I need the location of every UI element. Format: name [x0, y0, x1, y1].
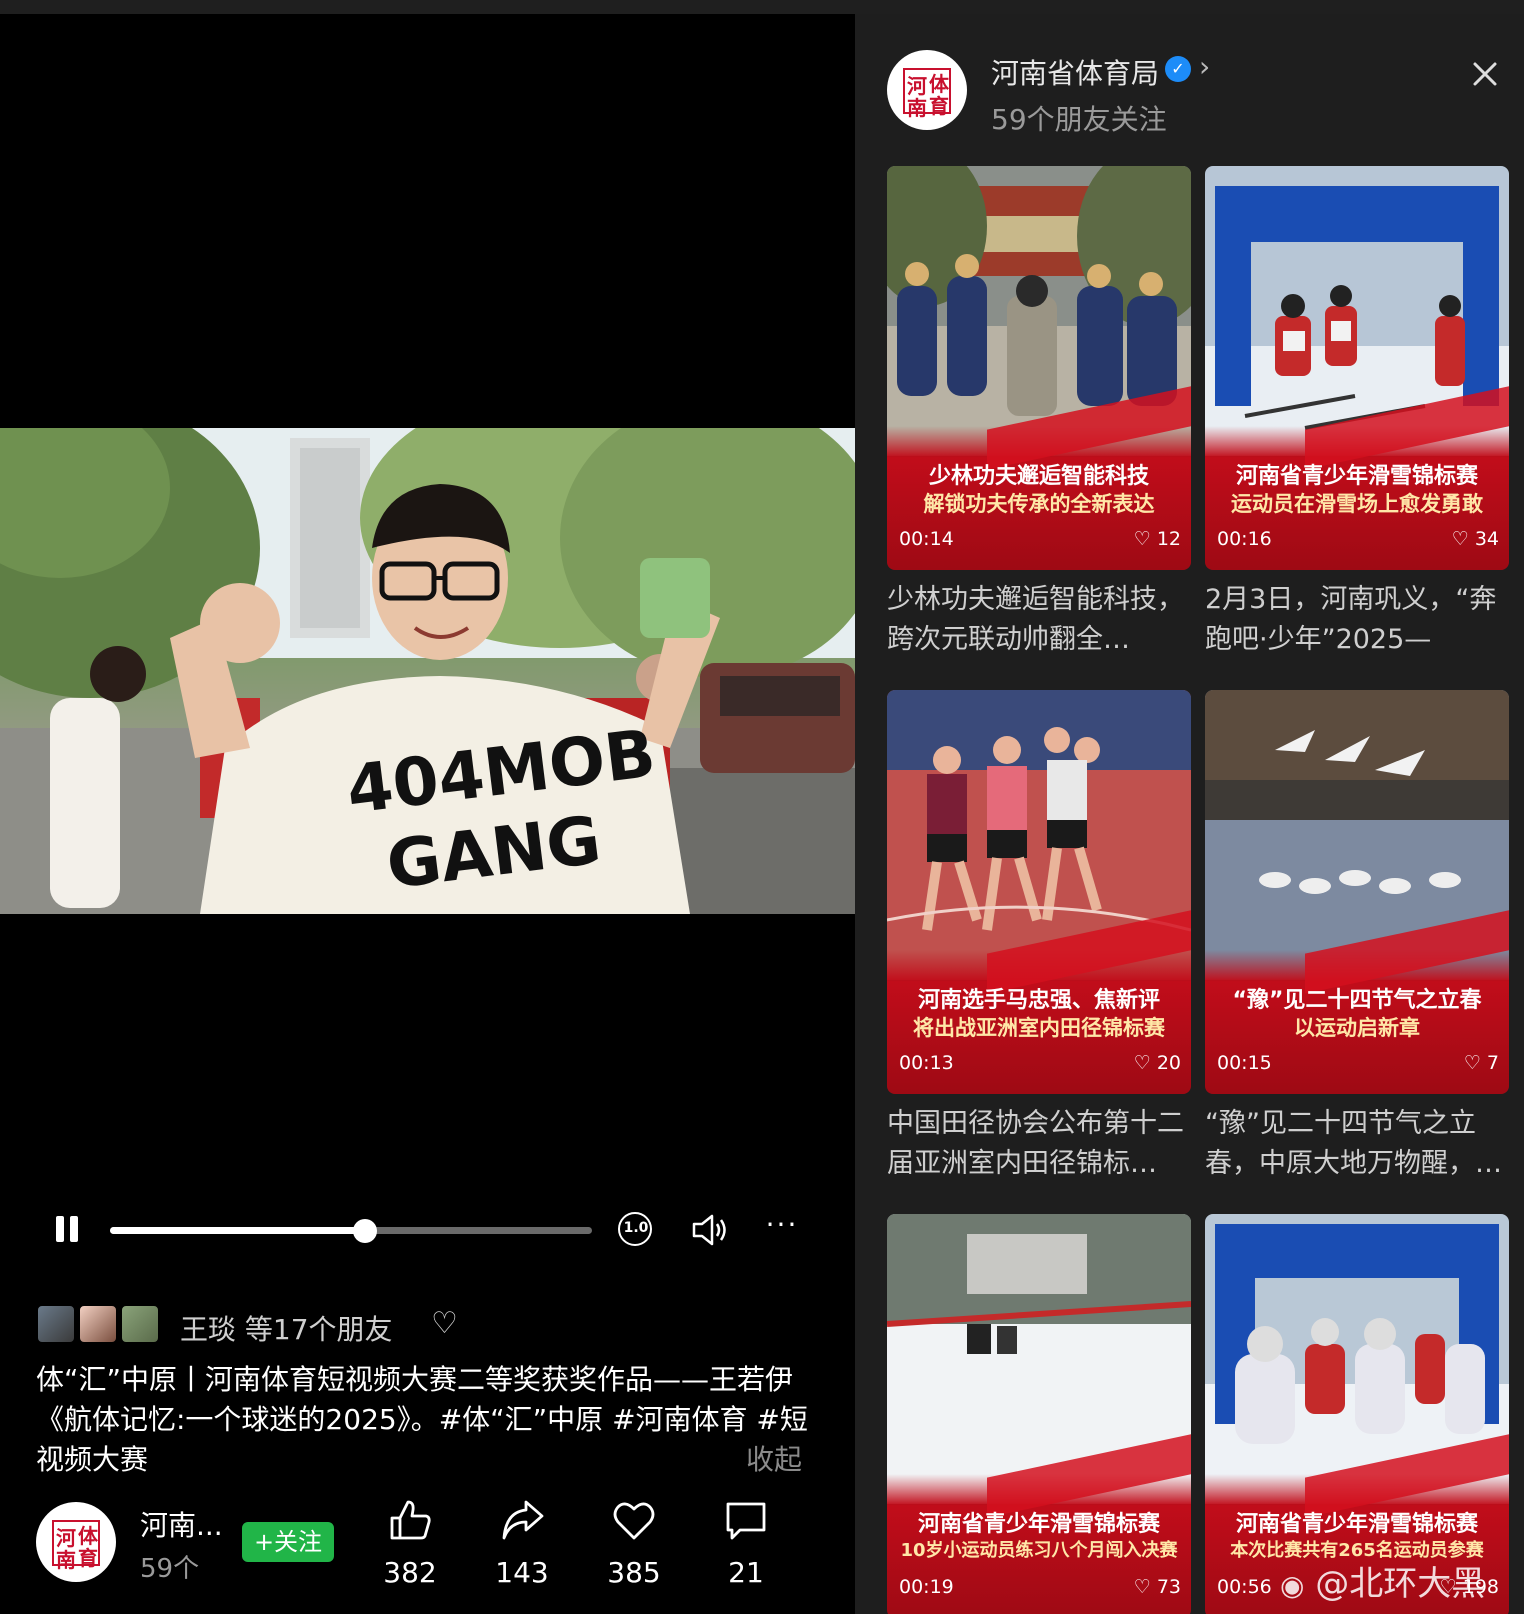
avatar	[78, 1304, 118, 1344]
card-like-count: ♡ 7	[1463, 1052, 1499, 1074]
video-card[interactable]: 河南省青少年滑雪锦标赛 本次比赛共有265名运动员参赛 00:56 ♡ 198	[1205, 1214, 1509, 1614]
video-card[interactable]: 少林功夫邂逅智能科技 解锁功夫传承的全新表达 00:14 ♡ 12 少林功夫邂逅…	[887, 166, 1191, 660]
video-thumbnail: 河南省青少年滑雪锦标赛 运动员在滑雪场上愈发勇敢 00:16 ♡ 34	[1205, 166, 1509, 570]
video-card[interactable]: “豫”见二十四节气之立春 以运动启新章 00:15 ♡ 7 “豫”见二十四节气之…	[1205, 690, 1509, 1184]
progress-fill	[110, 1227, 366, 1234]
favorite-button[interactable]: 385	[594, 1498, 674, 1594]
friends-text: 王琰 等17个朋友	[180, 1313, 393, 1346]
more-options-icon[interactable]: ···	[760, 1211, 804, 1244]
chevron-right-icon[interactable]: ›	[1199, 50, 1210, 83]
video-duration: 00:13	[899, 1052, 954, 1074]
verified-badge-icon: ✓	[1165, 56, 1191, 82]
card-caption-sub: 运动员在滑雪场上愈发勇敢	[1231, 492, 1483, 516]
pause-button[interactable]	[52, 1212, 82, 1246]
thumbs-up-icon	[390, 1500, 431, 1540]
card-caption-sub: 解锁功夫传承的全新表达	[923, 492, 1155, 516]
video-thumbnail: “豫”见二十四节气之立春 以运动启新章 00:15 ♡ 7	[1205, 690, 1509, 1094]
card-title: 2月3日，河南巩义，“奔跑吧·少年”2025—202…	[1205, 584, 1497, 655]
card-like-count: ♡ 12	[1133, 528, 1181, 550]
card-like-count: ♡ 73	[1133, 1576, 1181, 1598]
share-button[interactable]: 143	[482, 1498, 562, 1594]
card-caption-sub: 将出战亚洲室内田径锦标赛	[913, 1016, 1165, 1040]
card-like-count: ♡ 20	[1133, 1052, 1181, 1074]
player-controls: 1.0 ···	[40, 1210, 820, 1250]
follow-button[interactable]: +关注	[242, 1522, 334, 1562]
heart-icon	[613, 1502, 655, 1540]
progress-knob[interactable]	[353, 1219, 378, 1243]
author-fans-count: 59个	[140, 1554, 200, 1584]
video-frame[interactable]: 404MOB GANG	[0, 428, 855, 914]
window-top-bar	[0, 0, 1524, 14]
weibo-logo-icon: ◉	[1280, 1569, 1305, 1602]
video-card[interactable]: 河南选手马忠强、焦新评 将出战亚洲室内田径锦标赛 00:13 ♡ 20 中国田径…	[887, 690, 1191, 1184]
video-card[interactable]: 河南省青少年滑雪锦标赛 运动员在滑雪场上愈发勇敢 00:16 ♡ 34 2月3日…	[1205, 166, 1509, 660]
video-duration: 00:16	[1217, 528, 1272, 550]
share-arrow-icon	[502, 1500, 544, 1540]
video-duration: 00:56	[1217, 1576, 1272, 1598]
video-player[interactable]: 404MOB GANG 1.0 ··· 王琰 等17个朋友 ♡ 体“汇”中原丨河…	[0, 14, 855, 1614]
share-count: 143	[495, 1556, 549, 1589]
card-title: 少林功夫邂逅智能科技，跨次元联动帅翻全…	[887, 584, 1184, 655]
watermark-text: @北环大黑	[1315, 1564, 1486, 1604]
volume-icon[interactable]	[690, 1212, 730, 1248]
video-card[interactable]: 河南省青少年滑雪锦标赛 10岁小运动员练习八个月闯入决赛 00:19 ♡ 73	[887, 1214, 1191, 1614]
friends-liked-row[interactable]: 王琰 等17个朋友 ♡	[36, 1304, 736, 1346]
card-caption-main: “豫”见二十四节气之立春	[1232, 988, 1482, 1013]
card-caption-main: 河南选手马忠强、焦新评	[917, 988, 1160, 1013]
card-caption-main: 河南省青少年滑雪锦标赛	[1235, 464, 1478, 489]
avatar	[36, 1304, 76, 1344]
collapse-link[interactable]: 收起	[746, 1438, 802, 1478]
avatar	[120, 1304, 160, 1344]
comment-button[interactable]: 21	[706, 1498, 786, 1594]
author-name[interactable]: 河南...	[140, 1504, 223, 1544]
card-caption-main: 河南省青少年滑雪锦标赛	[917, 1512, 1160, 1537]
panel-fans-text: 59个朋友关注	[991, 103, 1167, 136]
video-thumbnail: 河南省青少年滑雪锦标赛 本次比赛共有265名运动员参赛 00:56 ♡ 198	[1205, 1214, 1509, 1614]
comment-count: 21	[728, 1556, 764, 1589]
close-icon[interactable]	[1467, 56, 1503, 92]
card-like-count: ♡ 34	[1451, 528, 1499, 550]
author-avatar[interactable]: 河 体 南 育	[36, 1502, 116, 1582]
video-duration: 00:19	[899, 1576, 954, 1598]
henan-sports-logo-icon: 河 体 南 育	[903, 68, 951, 120]
card-caption-sub: 10岁小运动员练习八个月闯入决赛	[900, 1540, 1178, 1561]
video-thumbnail: 少林功夫邂逅智能科技 解锁功夫传承的全新表达 00:14 ♡ 12	[887, 166, 1191, 570]
video-thumbnail: 河南选手马忠强、焦新评 将出战亚洲室内田径锦标赛 00:13 ♡ 20	[887, 690, 1191, 1094]
card-caption-main: 河南省青少年滑雪锦标赛	[1235, 1512, 1478, 1537]
heart-outline-icon[interactable]: ♡	[431, 1306, 458, 1341]
panel-author-avatar[interactable]: 河 体 南 育	[887, 50, 967, 130]
video-duration: 00:15	[1217, 1052, 1272, 1074]
weibo-watermark: ◉ @北环大黑	[1280, 1556, 1485, 1605]
author-action-row: 河 体 南 育 河南... 59个 +关注 382 143 385 21	[36, 1498, 826, 1594]
panel-author-name[interactable]: 河南省体育局	[991, 52, 1159, 92]
video-thumbnail: 河南省青少年滑雪锦标赛 10岁小运动员练习八个月闯入决赛 00:19 ♡ 73	[887, 1214, 1191, 1614]
henan-sports-logo-icon: 河 体 南 育	[52, 1520, 100, 1572]
speed-label: 1.0	[623, 1220, 649, 1236]
favorite-count: 385	[607, 1556, 661, 1589]
video-description: 体“汇”中原丨河南体育短视频大赛二等奖获奖作品——王若伊《航体记忆:一个球迷的2…	[36, 1363, 808, 1476]
video-duration: 00:14	[899, 528, 954, 550]
like-count: 382	[383, 1556, 437, 1589]
playback-speed-button[interactable]: 1.0	[616, 1210, 656, 1250]
card-title: 中国田径协会公布第十二届亚洲室内田径锦标…	[887, 1108, 1184, 1179]
card-caption-main: 少林功夫邂逅智能科技	[928, 464, 1149, 489]
card-title: “豫”见二十四节气之立春，中原大地万物醒，…	[1205, 1108, 1502, 1179]
comment-bubble-icon	[726, 1502, 766, 1540]
friend-avatars	[36, 1304, 166, 1344]
like-button[interactable]: 382	[370, 1498, 450, 1594]
card-caption-sub: 以运动启新章	[1294, 1016, 1420, 1040]
author-panel: 河 体 南 育 河南省体育局 ✓ › 59个朋友关注 少林功夫邂逅智能科技 解锁…	[855, 14, 1524, 1614]
progress-bar[interactable]	[110, 1219, 592, 1243]
